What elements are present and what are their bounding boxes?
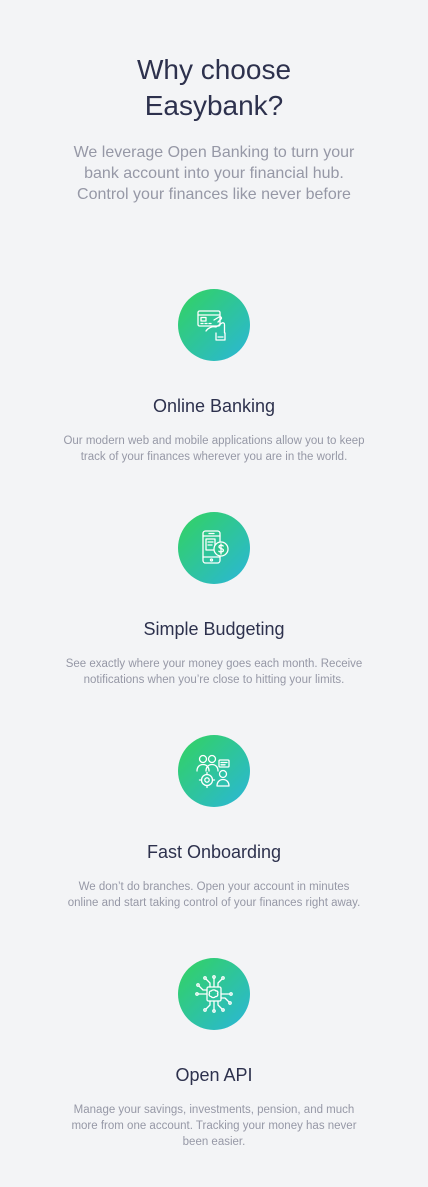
feature-description: Manage your savings, investments, pensio…: [71, 1104, 357, 1148]
feature-title: Open API: [175, 1065, 253, 1085]
online-banking-icon: [178, 289, 250, 361]
section-intro: We leverage Open Banking to turn your ba…: [73, 144, 355, 203]
section-heading-line2: Easybank?: [144, 90, 284, 121]
feature-title: Simple Budgeting: [143, 619, 285, 639]
section-heading: Why choose Easybank?: [0, 52, 428, 124]
feature-title: Fast Onboarding: [146, 842, 282, 862]
why-choose-section: Why choose Easybank? We leverage Open Ba…: [0, 0, 428, 1187]
api-icon: [178, 958, 250, 1030]
feature-description: Our modern web and mobile applications a…: [63, 435, 365, 463]
feature-description: See exactly where your money goes each m…: [65, 658, 363, 686]
feature-description: We don’t do branches. Open your account …: [67, 881, 361, 909]
onboarding-icon: [178, 735, 250, 807]
feature-title: Online Banking: [152, 396, 276, 416]
budgeting-icon: [178, 512, 250, 584]
section-heading-line1: Why choose: [136, 54, 292, 85]
